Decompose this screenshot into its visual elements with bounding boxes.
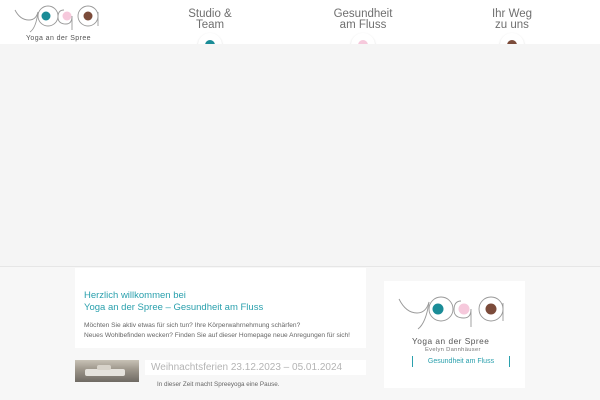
pink-dot-icon	[458, 303, 470, 315]
welcome-card: Herzlich willkommen bei Yoga an der Spre…	[75, 268, 366, 348]
yoga-logo-icon	[398, 296, 504, 330]
welcome-title: Herzlich willkommen bei Yoga an der Spre…	[84, 290, 263, 314]
brown-dot-icon	[83, 11, 93, 21]
welcome-body-line: Möchten Sie aktiv etwas für sich tun? Ih…	[84, 322, 301, 329]
side-card-name: Yoga an der Spree	[412, 336, 490, 346]
site-logo[interactable]: Yoga an der Spree	[12, 4, 107, 44]
side-card: Yoga an der Spree Evelyn Dannhäuser Gesu…	[384, 281, 525, 388]
welcome-title-line: Yoga an der Spree – Gesundheit am Fluss	[84, 302, 264, 313]
teal-dot-icon	[41, 11, 51, 21]
side-card-subtitle: Evelyn Dannhäuser	[425, 347, 481, 353]
side-card-link[interactable]: Gesundheit am Fluss	[412, 356, 510, 367]
news-thumbnail[interactable]	[75, 360, 139, 382]
brown-dot-icon	[485, 303, 497, 315]
top-navigation-bar: Yoga an der Spree Studio & Team Gesundhe…	[0, 0, 600, 57]
welcome-body-line: Neues Wohlbefinden wecken? Finden Sie au…	[84, 332, 351, 339]
teal-dot-icon	[432, 303, 444, 315]
news-title[interactable]: Weihnachtsferien 23.12.2023 – 05.01.2024	[151, 362, 342, 373]
logo-text: Yoga an der Spree	[26, 35, 91, 42]
pink-dot-icon	[62, 11, 72, 21]
welcome-title-line: Herzlich willkommen bei	[84, 290, 186, 301]
news-text: In dieser Zeit macht Spreeyoga eine Paus…	[157, 381, 280, 388]
nav-label: Studio & Team	[188, 8, 232, 31]
nav-label: Gesundheit am Fluss	[333, 8, 393, 31]
news-header: Weihnachtsferien 23.12.2023 – 05.01.2024	[145, 360, 366, 375]
yoga-logo-icon	[14, 5, 99, 33]
bench-shape	[85, 369, 125, 376]
nav-label: Ihr Weg zu uns	[491, 8, 533, 31]
hero-area	[0, 44, 600, 266]
section-divider	[0, 266, 600, 267]
bench-shape	[97, 365, 111, 370]
welcome-body: Möchten Sie aktiv etwas für sich tun? Ih…	[84, 321, 350, 341]
